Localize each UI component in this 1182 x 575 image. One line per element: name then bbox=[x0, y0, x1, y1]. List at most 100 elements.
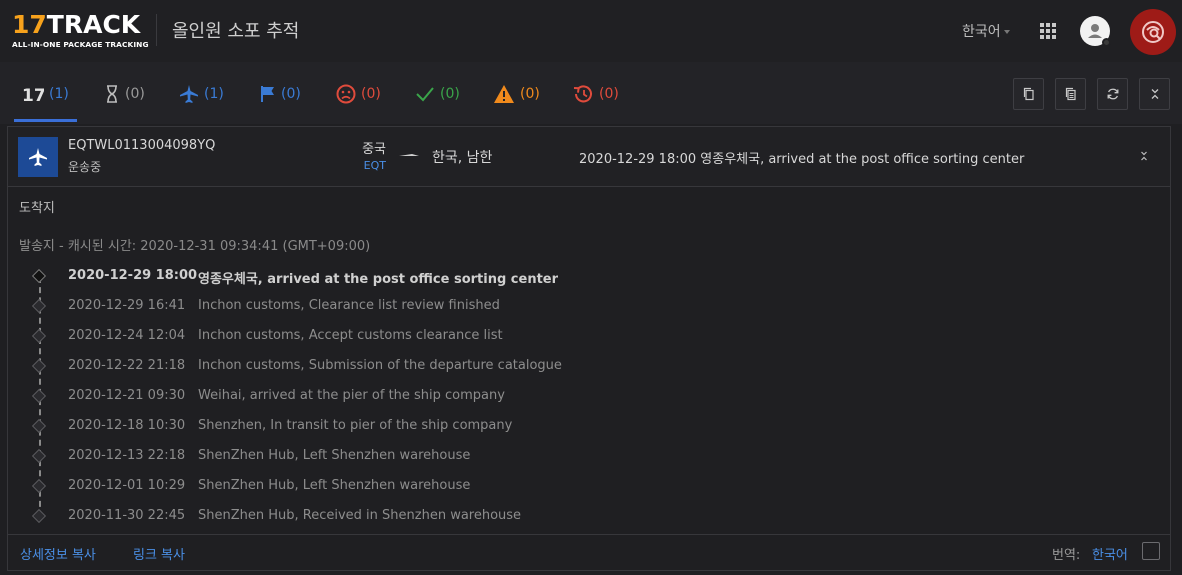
timeline-node-icon bbox=[31, 358, 47, 374]
refresh-icon bbox=[1107, 88, 1118, 100]
event-description: Inchon customs, Accept customs clearance… bbox=[198, 328, 503, 343]
timeline-node-icon bbox=[31, 418, 47, 434]
event-description: 영종우체국, arrived at the post office sortin… bbox=[198, 272, 559, 287]
search-icon bbox=[1142, 21, 1164, 43]
language-value: 한국어 bbox=[962, 24, 1001, 40]
origin-label-text: 발송지 bbox=[19, 239, 55, 254]
origin-country: 중국 bbox=[362, 142, 386, 157]
airplane-icon bbox=[180, 85, 198, 103]
chevron-down-icon bbox=[1003, 30, 1010, 34]
page-title: 올인원 소포 추적 bbox=[172, 21, 300, 42]
event-time: 2020-12-24 12:04 bbox=[68, 328, 186, 343]
copy-link-link[interactable]: 링크 복사 bbox=[133, 544, 185, 563]
tab-count: (0) bbox=[125, 86, 145, 102]
event-description: ShenZhen Hub, Received in Shenzhen wareh… bbox=[198, 508, 522, 523]
tab-count: (1) bbox=[204, 86, 224, 102]
event-description: ShenZhen Hub, Left Shenzhen warehouse bbox=[198, 478, 471, 493]
tracking-number[interactable]: EQTWL0113004098YQ bbox=[68, 138, 215, 153]
shipment-card: EQTWL0113004098YQ 운송중 중국 EQT 한국, 남한 2020… bbox=[7, 126, 1171, 571]
translate-label: 번역: bbox=[1052, 548, 1081, 563]
event-description: ShenZhen Hub, Left Shenzhen warehouse bbox=[198, 448, 471, 463]
tab-expired[interactable]: (0) bbox=[572, 82, 619, 106]
user-avatar[interactable] bbox=[1080, 16, 1111, 47]
tab-pick-up[interactable]: (0) bbox=[260, 82, 301, 106]
event-description: Inchon customs, Submission of the depart… bbox=[198, 358, 562, 373]
timeline-event: 2020-12-21 09:30 Weihai, arrived at the … bbox=[8, 382, 608, 412]
refresh-button[interactable] bbox=[1097, 78, 1128, 110]
collapse-icon[interactable] bbox=[1137, 149, 1151, 163]
copy-all-button[interactable] bbox=[1055, 78, 1086, 110]
route-arrow-icon bbox=[399, 154, 419, 156]
event-time: 2020-12-21 09:30 bbox=[68, 388, 186, 403]
translate-language[interactable]: 한국어 bbox=[1092, 544, 1128, 563]
timeline-event: 2020-12-29 16:41 Inchon customs, Clearan… bbox=[8, 292, 608, 322]
collapse-all-button[interactable] bbox=[1139, 78, 1170, 110]
tab-not-found[interactable]: (0) bbox=[104, 82, 145, 106]
track-search-button[interactable] bbox=[1130, 9, 1176, 55]
copy-icon bbox=[1023, 87, 1034, 101]
copy-details-link[interactable]: 상세정보 복사 bbox=[20, 544, 96, 563]
timeline-node-icon bbox=[31, 448, 47, 464]
tab-all[interactable]: 17 (1) bbox=[14, 82, 77, 122]
logo-tagline: ALL-IN-ONE PACKAGE TRACKING bbox=[12, 40, 149, 49]
tab-count: (0) bbox=[599, 86, 619, 102]
tab-count: (0) bbox=[281, 86, 301, 102]
tab-delivered[interactable]: (0) bbox=[415, 82, 460, 106]
sad-face-icon bbox=[336, 84, 356, 104]
timeline-event: 2020-12-01 10:29 ShenZhen Hub, Left Shen… bbox=[8, 472, 608, 502]
timeline-event: 2020-12-18 10:30 Shenzhen, In transit to… bbox=[8, 412, 608, 442]
event-description: Weihai, arrived at the pier of the ship … bbox=[198, 388, 505, 403]
copy-all-icon bbox=[1065, 87, 1076, 101]
timeline-node-icon bbox=[31, 388, 47, 404]
17-icon: 17 bbox=[22, 86, 44, 103]
status-tabs: 17 (1) (0) (1) (0) (0) (0) (0) (0) bbox=[0, 62, 1182, 124]
translate-checkbox[interactable] bbox=[1142, 542, 1160, 560]
language-select[interactable]: 한국어 bbox=[962, 21, 1010, 41]
tracking-timeline: 2020-12-29 18:00 영종우체국, arrived at the p… bbox=[8, 262, 608, 532]
timeline-node-icon bbox=[31, 328, 47, 344]
active-tab-indicator bbox=[14, 119, 77, 122]
logo-text: TRACK bbox=[46, 10, 141, 39]
event-time: 2020-12-29 16:41 bbox=[68, 298, 186, 313]
svg-text:17: 17 bbox=[22, 86, 44, 103]
event-time: 2020-12-01 10:29 bbox=[68, 478, 186, 493]
shipment-status: 운송중 bbox=[68, 160, 102, 174]
event-description: Shenzhen, In transit to pier of the ship… bbox=[198, 418, 513, 433]
17track-logo[interactable]: 17TRACK ALL-IN-ONE PACKAGE TRACKING bbox=[12, 10, 149, 52]
timeline-event: 2020-11-30 22:45 ShenZhen Hub, Received … bbox=[8, 502, 608, 532]
tab-count: (1) bbox=[49, 86, 69, 102]
tab-count: (0) bbox=[361, 86, 381, 102]
cached-time: - 캐시된 시간: 2020-12-31 09:34:41 (GMT+09:00… bbox=[54, 239, 371, 254]
timeline-event: 2020-12-24 12:04 Inchon customs, Accept … bbox=[8, 322, 608, 352]
event-time: 2020-11-30 22:45 bbox=[68, 508, 186, 523]
event-time: 2020-12-29 18:00 bbox=[68, 268, 198, 283]
timeline-node-icon bbox=[31, 478, 47, 494]
collapse-icon bbox=[1151, 89, 1158, 99]
event-time: 2020-12-22 21:18 bbox=[68, 358, 186, 373]
timeline-node-icon bbox=[31, 298, 47, 314]
top-header: 17TRACK ALL-IN-ONE PACKAGE TRACKING 올인원 … bbox=[0, 0, 1182, 62]
carrier-link[interactable]: EQT bbox=[354, 159, 386, 172]
tab-undelivered[interactable]: (0) bbox=[336, 82, 381, 106]
copy-button[interactable] bbox=[1013, 78, 1044, 110]
airplane-icon bbox=[29, 148, 47, 166]
tab-alert[interactable]: (0) bbox=[493, 82, 540, 106]
status-tile bbox=[18, 137, 58, 177]
status-dot bbox=[1102, 38, 1111, 47]
shipment-summary[interactable]: EQTWL0113004098YQ 운송중 중국 EQT 한국, 남한 2020… bbox=[8, 127, 1170, 187]
event-description: Inchon customs, Clearance list review fi… bbox=[198, 298, 500, 313]
event-time: 2020-12-18 10:30 bbox=[68, 418, 186, 433]
warning-icon bbox=[494, 85, 514, 103]
tab-in-transit[interactable]: (1) bbox=[179, 82, 224, 106]
latest-event: 2020-12-29 18:00 영종우체국, arrived at the p… bbox=[579, 152, 1025, 167]
apps-grid-icon[interactable] bbox=[1040, 23, 1057, 40]
tab-count: (0) bbox=[440, 86, 460, 102]
timeline-event: 2020-12-22 21:18 Inchon customs, Submiss… bbox=[8, 352, 608, 382]
timeline-node-icon bbox=[31, 508, 47, 524]
origin-section-label: 발송지 - 캐시된 시간: 2020-12-31 09:34:41 (GMT+0… bbox=[19, 235, 370, 254]
hourglass-icon bbox=[107, 85, 117, 103]
timeline-node-icon bbox=[31, 268, 47, 284]
destination-section-label: 도착지 bbox=[19, 201, 55, 216]
flag-icon bbox=[261, 86, 274, 102]
card-footer: 상세정보 복사 링크 복사 번역: 한국어 bbox=[8, 534, 1170, 570]
